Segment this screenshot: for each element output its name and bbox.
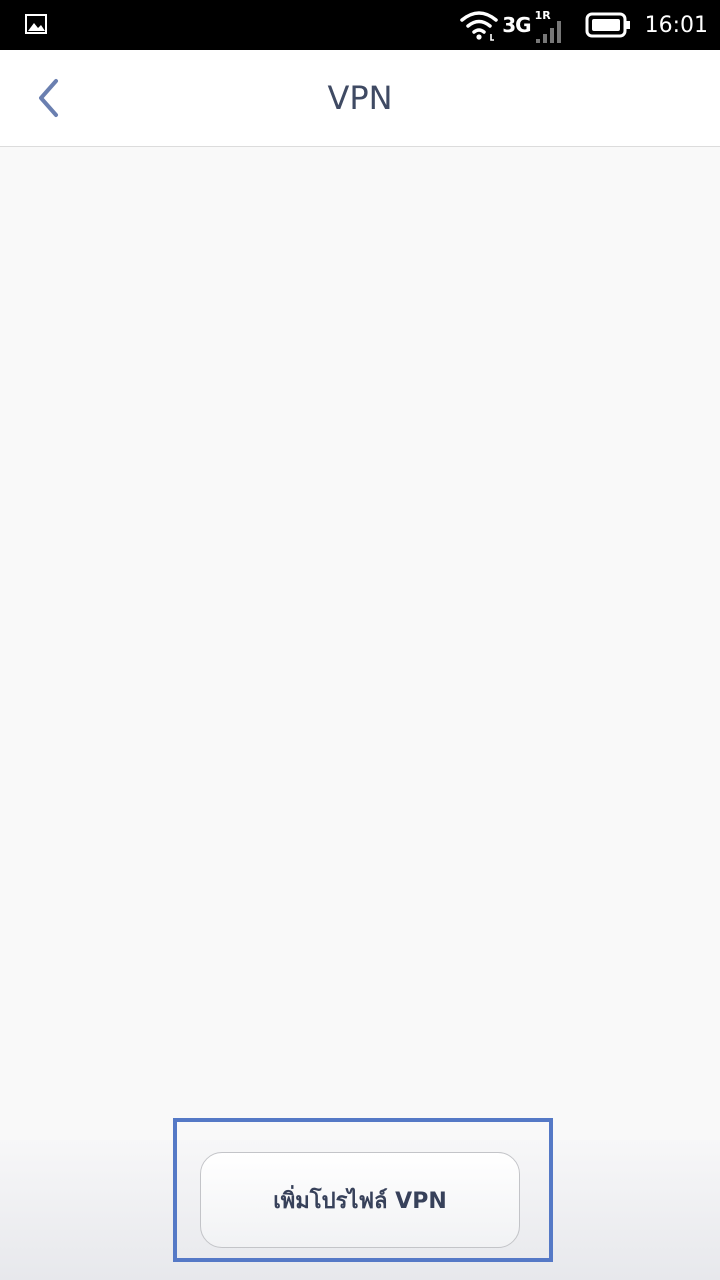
- gallery-icon: [25, 14, 47, 34]
- add-vpn-profile-label: เพิ่มโปรไฟล์ VPN: [273, 1188, 447, 1214]
- battery-icon: [585, 12, 630, 38]
- network-type-label: 3G: [502, 13, 531, 37]
- add-vpn-profile-button[interactable]: เพิ่มโปรไฟล์ VPN: [200, 1152, 520, 1248]
- status-indicators: 3G 1R 16:01: [460, 0, 708, 50]
- app-header: VPN: [0, 50, 720, 147]
- page-title: VPN: [327, 79, 393, 117]
- status-bar: 3G 1R 16:01: [0, 0, 720, 50]
- status-time: 16:01: [644, 12, 708, 38]
- signal-strength: 1R: [533, 5, 567, 45]
- wifi-icon: [460, 11, 498, 41]
- vpn-profile-list: [0, 147, 720, 1140]
- signal-icon: [535, 21, 561, 43]
